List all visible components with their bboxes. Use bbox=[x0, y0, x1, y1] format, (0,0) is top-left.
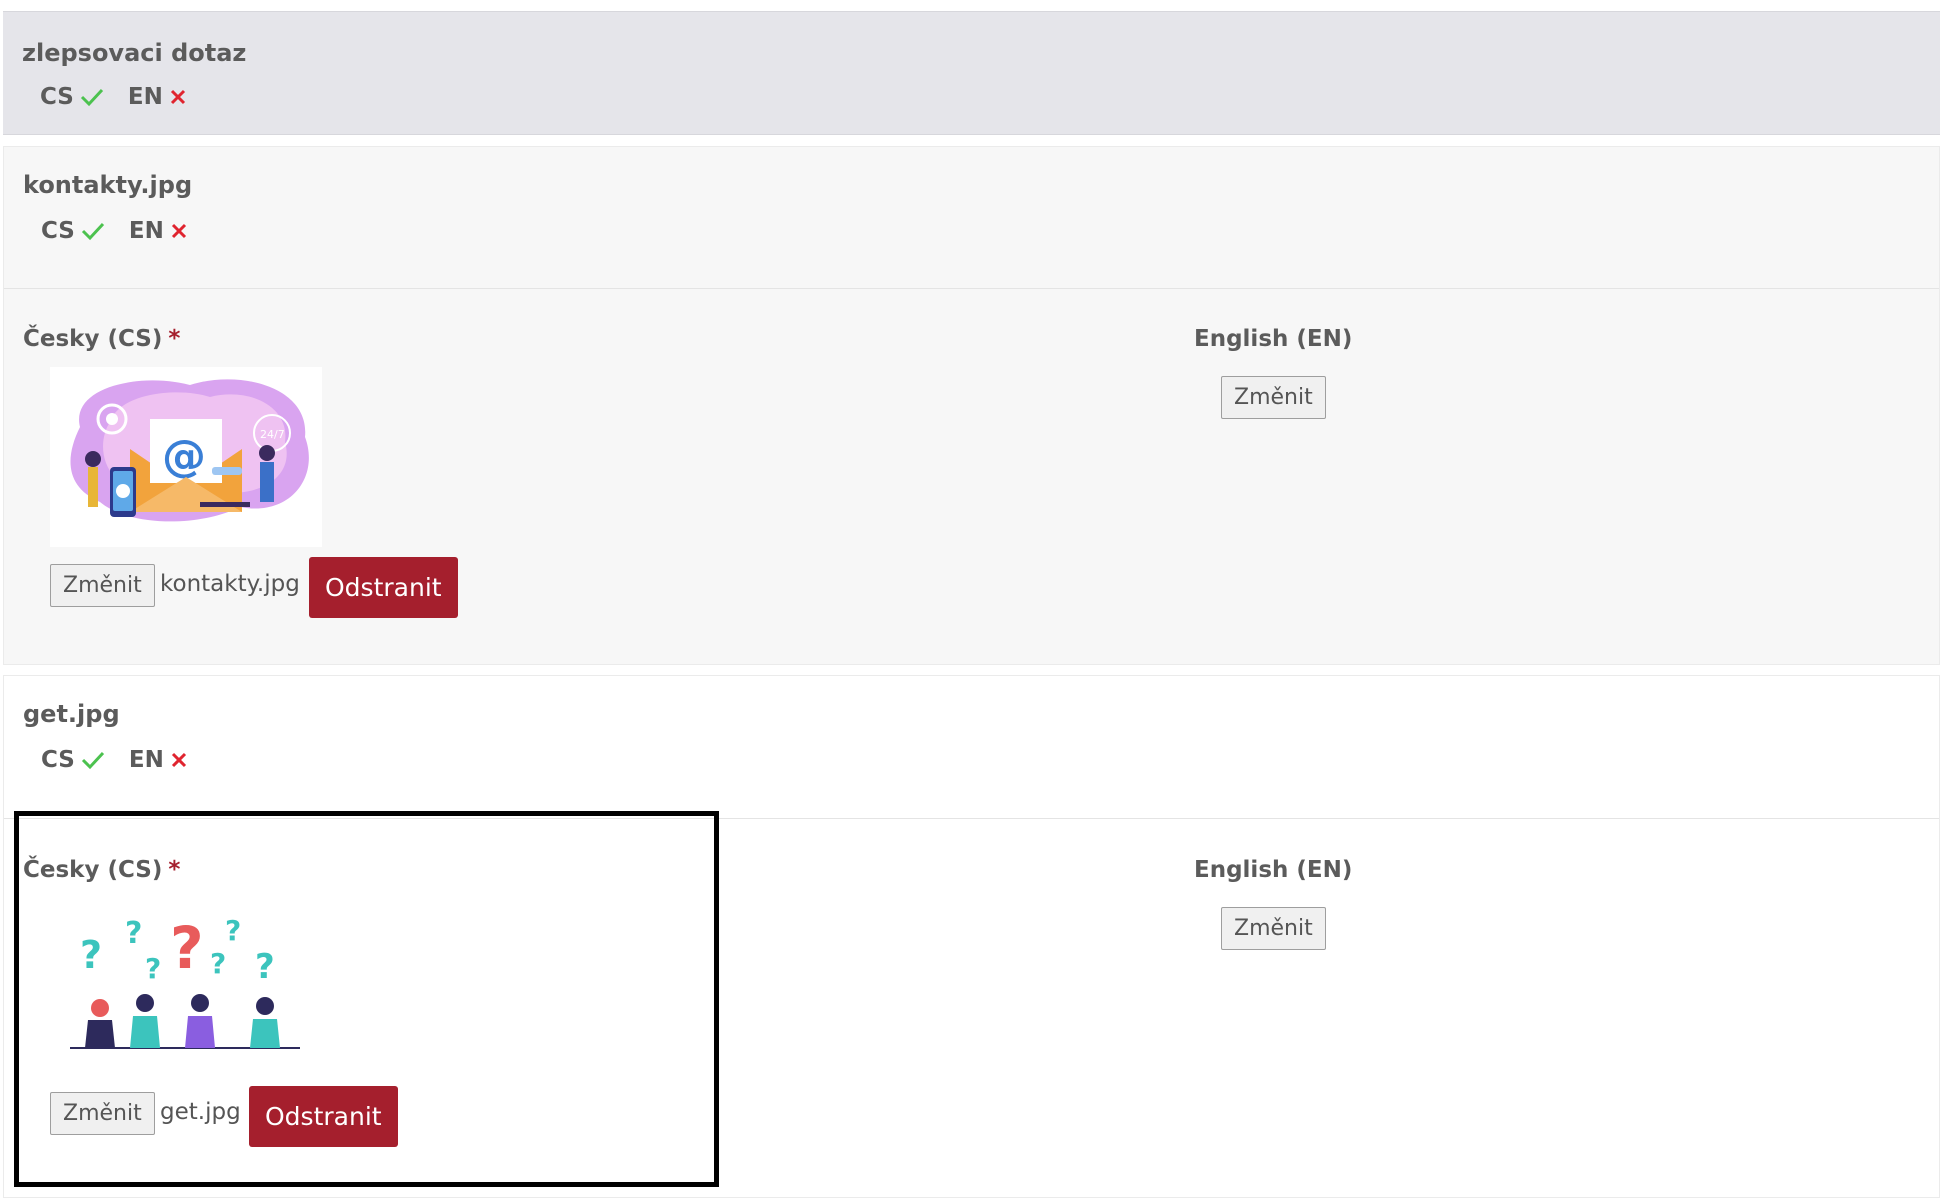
section-title: kontakty.jpg bbox=[23, 171, 193, 199]
check-icon bbox=[80, 88, 103, 107]
check-icon bbox=[81, 751, 104, 770]
change-button-en[interactable]: Změnit bbox=[1221, 907, 1326, 950]
file-name: kontakty.jpg bbox=[160, 571, 300, 597]
field-label-cs: Česky (CS) * bbox=[23, 326, 181, 352]
svg-text:24/7: 24/7 bbox=[260, 428, 285, 441]
divider bbox=[4, 818, 1939, 819]
section-zlepsovaci-dotaz[interactable]: zlepsovaci dotaz CS EN bbox=[3, 11, 1940, 135]
image-preview-kontakty: 24/7 @ bbox=[50, 367, 322, 547]
field-label-en: English (EN) bbox=[1194, 326, 1353, 352]
svg-text:?: ? bbox=[225, 914, 241, 947]
people-question-marks-illustration: ? ? ? ? ? ? ? bbox=[70, 914, 300, 1049]
field-label-cs: Česky (CS) * bbox=[23, 857, 181, 883]
contact-email-illustration: 24/7 @ bbox=[70, 379, 309, 522]
lang-code-cs: CS bbox=[40, 84, 74, 110]
lang-code-cs: CS bbox=[41, 218, 75, 244]
svg-text:?: ? bbox=[80, 933, 102, 977]
section-title: zlepsovaci dotaz bbox=[22, 39, 247, 67]
lang-code-cs: CS bbox=[41, 747, 75, 773]
image-preview-get: ? ? ? ? ? ? ? bbox=[50, 898, 322, 1068]
remove-button[interactable]: Odstranit bbox=[309, 557, 458, 618]
file-name: get.jpg bbox=[160, 1099, 241, 1125]
required-mark: * bbox=[168, 326, 181, 352]
language-status-row: CS EN bbox=[41, 747, 188, 773]
lang-code-en: EN bbox=[127, 84, 163, 110]
svg-text:?: ? bbox=[255, 947, 275, 987]
svg-text:?: ? bbox=[145, 952, 161, 985]
change-button-cs[interactable]: Změnit bbox=[50, 1092, 155, 1135]
section-get[interactable]: get.jpg CS EN Česky (CS)* ? ? ? ? ? ? ? bbox=[3, 675, 1940, 1198]
language-status-row: CS EN bbox=[41, 218, 188, 244]
svg-text:?: ? bbox=[210, 947, 226, 980]
change-button-cs[interactable]: Změnit bbox=[50, 564, 155, 607]
language-status-row: CS EN bbox=[40, 84, 187, 110]
section-title: get.jpg bbox=[23, 700, 120, 728]
check-icon bbox=[81, 222, 104, 241]
svg-text:?: ? bbox=[170, 914, 204, 982]
cross-icon bbox=[171, 752, 186, 768]
change-button-en[interactable]: Změnit bbox=[1221, 376, 1326, 419]
required-mark: * bbox=[168, 857, 181, 883]
svg-text:?: ? bbox=[125, 916, 142, 951]
svg-text:@: @ bbox=[162, 431, 206, 482]
section-kontakty[interactable]: kontakty.jpg CS EN Česky (CS) * 24/7 @ Z… bbox=[3, 146, 1940, 665]
lang-code-en: EN bbox=[128, 218, 164, 244]
cross-icon bbox=[171, 223, 186, 239]
cross-icon bbox=[170, 89, 185, 105]
divider bbox=[4, 288, 1939, 289]
field-label-en: English (EN) bbox=[1194, 857, 1353, 883]
lang-code-en: EN bbox=[128, 747, 164, 773]
remove-button[interactable]: Odstranit bbox=[249, 1086, 398, 1147]
